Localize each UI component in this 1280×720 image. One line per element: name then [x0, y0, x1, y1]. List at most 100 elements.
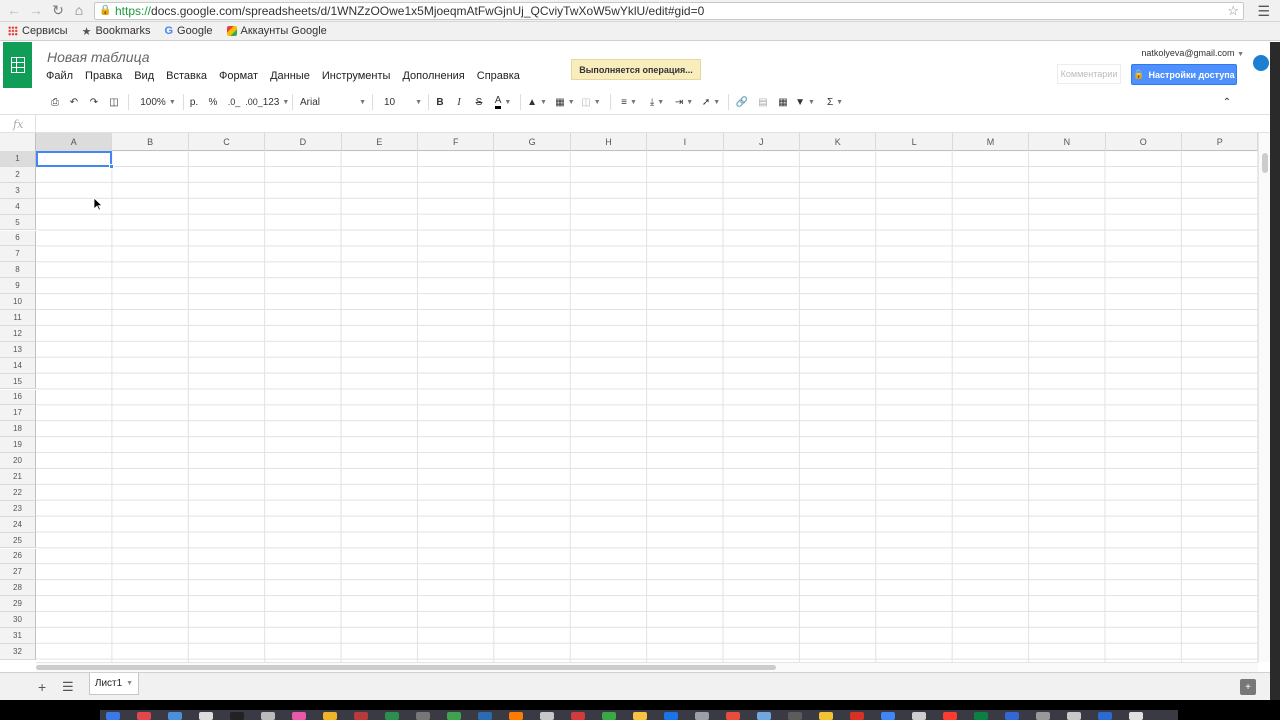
address-bar[interactable]: 🔒 https:// docs.google.com/spreadsheets/…: [94, 2, 1244, 20]
text-wrap-icon[interactable]: ⇥ ▼: [672, 94, 696, 110]
row-header-26[interactable]: 26: [0, 548, 36, 565]
row-header-28[interactable]: 28: [0, 580, 36, 597]
column-header-o[interactable]: O: [1106, 133, 1182, 151]
column-header-g[interactable]: G: [494, 133, 571, 151]
dock-app-icon[interactable]: [478, 712, 492, 720]
dock-app-icon[interactable]: [943, 712, 957, 720]
dock-app-icon[interactable]: [974, 712, 988, 720]
dock-app-icon[interactable]: [571, 712, 585, 720]
all-sheets-icon[interactable]: ☰: [62, 679, 74, 695]
column-header-d[interactable]: D: [265, 133, 342, 151]
bookmark-services[interactable]: Сервисы: [8, 25, 68, 37]
column-header-n[interactable]: N: [1029, 133, 1106, 151]
spreadsheet-grid[interactable]: ABCDEFGHIJKLMNOP 1 2 3 4 5 6 7 8 9 10 11 12 13 14 15 16…: [0, 133, 1258, 662]
dock-app-icon[interactable]: [664, 712, 678, 720]
column-header-i[interactable]: I: [647, 133, 724, 151]
text-color-button[interactable]: A ▼: [491, 94, 515, 110]
chevron-down-icon[interactable]: ▼: [126, 680, 133, 687]
forward-icon[interactable]: →: [26, 2, 46, 18]
column-header-l[interactable]: L: [876, 133, 953, 151]
undo-icon[interactable]: ↶: [67, 94, 81, 110]
menu-data[interactable]: Данные: [270, 70, 310, 82]
back-icon[interactable]: ←: [4, 2, 24, 18]
row-header-31[interactable]: 31: [0, 628, 36, 644]
dock-app-icon[interactable]: [323, 712, 337, 720]
row-header-20[interactable]: 20: [0, 453, 36, 469]
bookmark-bookmarks[interactable]: ★ Bookmarks: [82, 25, 151, 38]
column-header-a[interactable]: A: [36, 133, 113, 151]
row-header-13[interactable]: 13: [0, 341, 36, 358]
menu-file[interactable]: Файл: [46, 70, 73, 82]
filter-icon[interactable]: ▼ ▼: [794, 94, 816, 110]
dock-app-icon[interactable]: [602, 712, 616, 720]
strikethrough-button[interactable]: S: [473, 94, 485, 110]
row-header-14[interactable]: 14: [0, 357, 36, 374]
column-header-f[interactable]: F: [418, 133, 495, 151]
link-icon[interactable]: 🔗: [734, 94, 750, 110]
row-header-1[interactable]: 1: [0, 151, 36, 167]
more-formats-button[interactable]: 123 ▼: [263, 94, 290, 110]
select-all-corner[interactable]: [0, 133, 36, 151]
dock-app-icon[interactable]: [788, 712, 802, 720]
document-title[interactable]: Новая таблица: [47, 49, 150, 65]
font-family-select[interactable]: Arial ▼: [300, 94, 366, 110]
dock-app-icon[interactable]: [416, 712, 430, 720]
dock-app-icon[interactable]: [1098, 712, 1112, 720]
print-icon[interactable]: ⎙: [48, 94, 62, 110]
row-header-11[interactable]: 11: [0, 310, 36, 326]
row-header-24[interactable]: 24: [0, 516, 36, 533]
row-header-2[interactable]: 2: [0, 166, 36, 183]
dock-app-icon[interactable]: [726, 712, 740, 720]
dock-app-icon[interactable]: [633, 712, 647, 720]
home-icon[interactable]: ⌂: [69, 2, 89, 18]
row-header-18[interactable]: 18: [0, 421, 36, 438]
row-header-29[interactable]: 29: [0, 596, 36, 613]
row-header-8[interactable]: 8: [0, 262, 36, 279]
dock-app-icon[interactable]: [137, 712, 151, 720]
dock-app-icon[interactable]: [819, 712, 833, 720]
chart-icon[interactable]: ▦: [775, 94, 791, 110]
dock-app-icon[interactable]: [106, 712, 120, 720]
redo-icon[interactable]: ↷: [87, 94, 101, 110]
paint-format-icon[interactable]: ◫: [107, 94, 121, 110]
row-header-17[interactable]: 17: [0, 405, 36, 422]
vertical-align-icon[interactable]: ⤓ ▼: [646, 94, 668, 110]
bookmark-accounts[interactable]: Аккаунты Google: [226, 25, 327, 37]
menu-edit[interactable]: Правка: [85, 70, 122, 82]
dock-app-icon[interactable]: [850, 712, 864, 720]
zoom-select[interactable]: 100% ▼: [138, 94, 178, 110]
row-header-27[interactable]: 27: [0, 564, 36, 581]
dock-app-icon[interactable]: [168, 712, 182, 720]
dock-app-icon[interactable]: [695, 712, 709, 720]
bookmark-google[interactable]: G Google: [164, 25, 212, 37]
explore-icon[interactable]: +: [1240, 679, 1256, 695]
menu-format[interactable]: Формат: [219, 70, 258, 82]
row-header-7[interactable]: 7: [0, 246, 36, 263]
column-header-p[interactable]: P: [1182, 133, 1258, 151]
vertical-scrollbar[interactable]: [1258, 133, 1270, 662]
dock-app-icon[interactable]: [757, 712, 771, 720]
bold-button[interactable]: B: [434, 94, 446, 110]
dock-app-icon[interactable]: [540, 712, 554, 720]
sheets-logo-icon[interactable]: [3, 42, 32, 88]
italic-button[interactable]: I: [453, 94, 465, 110]
row-header-23[interactable]: 23: [0, 500, 36, 517]
row-header-16[interactable]: 16: [0, 389, 36, 406]
menu-help[interactable]: Справка: [477, 70, 520, 82]
horizontal-scrollbar[interactable]: [36, 662, 1258, 672]
dock-app-icon[interactable]: [199, 712, 213, 720]
column-header-k[interactable]: K: [800, 133, 877, 151]
formula-input[interactable]: [40, 115, 1260, 133]
row-header-21[interactable]: 21: [0, 469, 36, 485]
vertical-scroll-thumb[interactable]: [1262, 153, 1268, 173]
dock-app-icon[interactable]: [261, 712, 275, 720]
dock-app-icon[interactable]: [385, 712, 399, 720]
column-header-m[interactable]: M: [953, 133, 1030, 151]
fill-handle[interactable]: [109, 164, 114, 169]
row-header-15[interactable]: 15: [0, 373, 36, 390]
merge-cells-icon[interactable]: ◫ ▼: [580, 94, 602, 110]
dock-app-icon[interactable]: [1005, 712, 1019, 720]
column-header-c[interactable]: C: [189, 133, 266, 151]
add-sheet-icon[interactable]: +: [38, 679, 46, 695]
row-header-6[interactable]: 6: [0, 230, 36, 247]
